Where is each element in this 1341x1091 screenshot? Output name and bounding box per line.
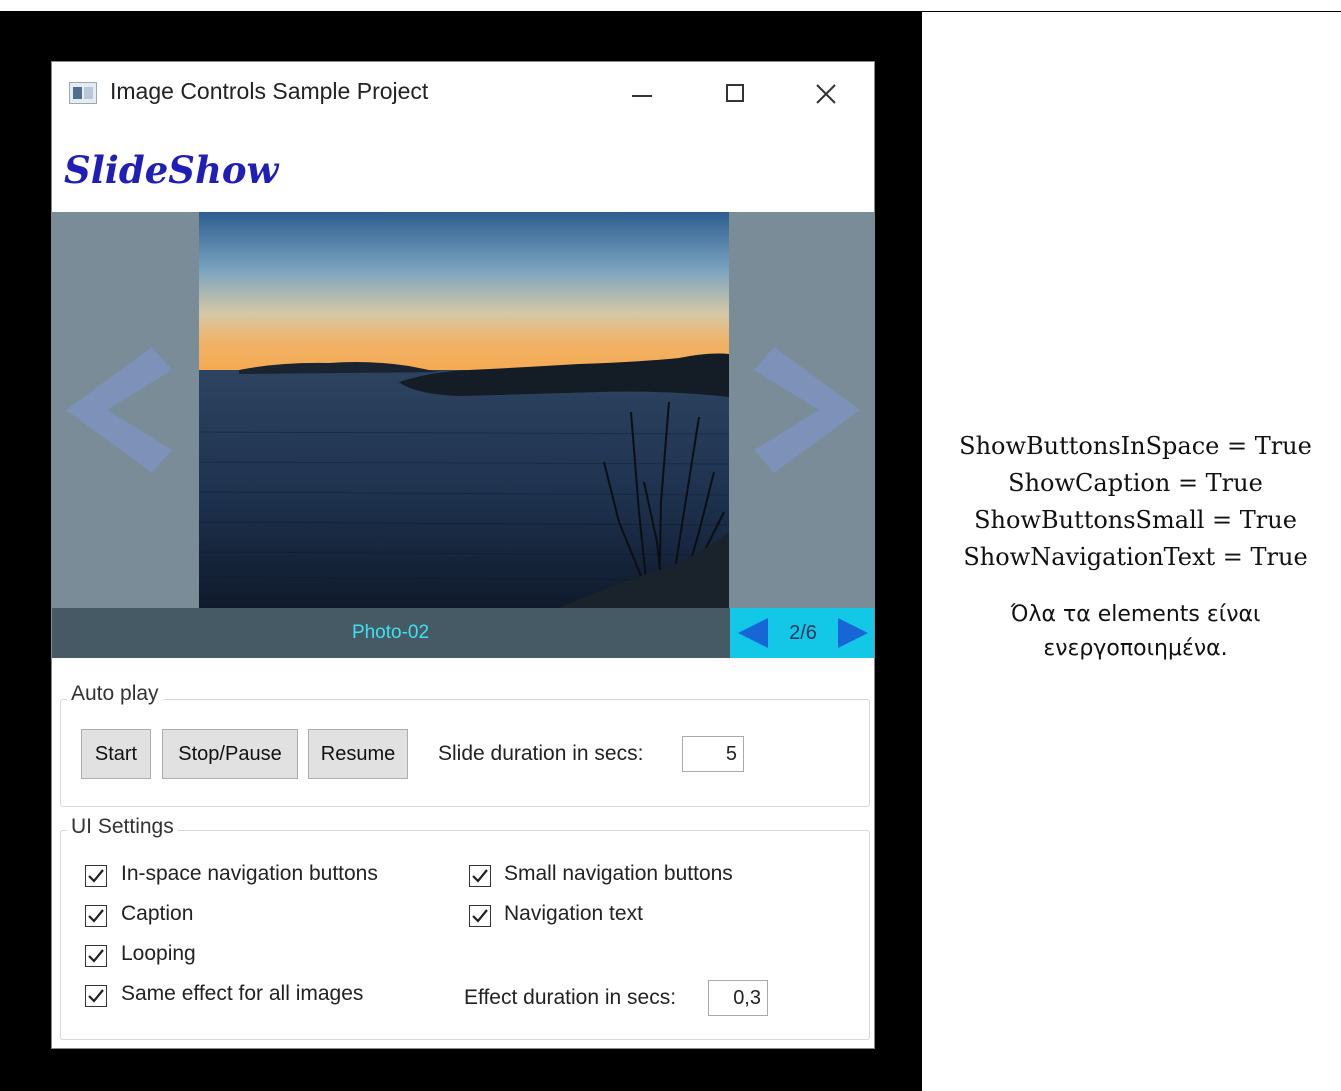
checkbox-label: Same effect for all images [121, 982, 364, 1005]
next-slide-button[interactable] [729, 212, 874, 608]
close-button[interactable] [804, 74, 848, 114]
triangle-left-icon [738, 618, 768, 648]
ui-settings-legend: UI Settings [67, 815, 178, 839]
slide-duration-input[interactable]: 5 [682, 736, 744, 772]
checkbox-caption[interactable] [85, 905, 107, 927]
slide-photo [199, 212, 729, 608]
note-line: ShowButtonsSmall = True [974, 506, 1297, 534]
checkbox-small-navigation[interactable] [469, 865, 491, 887]
title-bar[interactable]: Image Controls Sample Project [52, 62, 874, 122]
note-line: ShowButtonsInSpace = True [959, 432, 1312, 460]
checkbox-label: Navigation text [504, 902, 643, 925]
checkbox-label: Caption [121, 902, 194, 925]
checkmark-icon [88, 989, 104, 1003]
app-window: Image Controls Sample Project SlideShow [51, 61, 875, 1049]
slideshow-viewer [52, 212, 874, 608]
checkbox-label: Looping [121, 942, 196, 965]
checkmark-icon [88, 949, 104, 963]
triangle-right-icon [838, 618, 868, 648]
note-line: ShowCaption = True [1008, 469, 1263, 497]
slide-duration-label: Slide duration in secs: [438, 742, 644, 765]
minimize-button[interactable] [620, 74, 664, 114]
close-icon [816, 84, 836, 104]
chevron-right-icon [754, 347, 860, 473]
note-greek-line: ενεργοποιημένα. [1043, 636, 1228, 661]
resume-button[interactable]: Resume [308, 729, 408, 779]
settings-notes: ShowButtonsInSpace = True ShowCaption = … [930, 428, 1341, 666]
slide-caption: Photo-02 [351, 622, 430, 643]
small-prev-button[interactable] [736, 616, 770, 654]
checkmark-icon [472, 869, 488, 883]
chevron-left-icon [66, 347, 172, 473]
small-navigation-box: 2/6 [730, 608, 874, 658]
effect-duration-label: Effect duration in secs: [464, 986, 677, 1009]
auto-play-legend: Auto play [67, 682, 163, 706]
slideshow-heading: SlideShow [64, 148, 279, 192]
start-button[interactable]: Start [81, 729, 151, 779]
checkbox-same-effect[interactable] [85, 985, 107, 1007]
checkmark-icon [472, 909, 488, 923]
small-next-button[interactable] [836, 616, 870, 654]
checkbox-navigation-text[interactable] [469, 905, 491, 927]
app-window-icon [69, 82, 97, 104]
checkbox-looping[interactable] [85, 945, 107, 967]
checkbox-label: In-space navigation buttons [121, 862, 378, 885]
checkbox-label: Small navigation buttons [504, 862, 733, 885]
checkbox-in-space-navigation[interactable] [85, 865, 107, 887]
navigation-counter: 2/6 [789, 622, 817, 644]
previous-slide-button[interactable] [52, 212, 199, 608]
note-line: ShowNavigationText = True [963, 543, 1308, 571]
maximize-button[interactable] [714, 74, 758, 114]
effect-duration-input[interactable]: 0,3 [708, 980, 768, 1016]
checkmark-icon [88, 909, 104, 923]
note-greek-line: Όλα τα elements είναι [1010, 602, 1261, 627]
checkmark-icon [88, 869, 104, 883]
caption-bar: Photo-02 2/6 [52, 608, 874, 658]
stop-pause-button[interactable]: Stop/Pause [162, 729, 298, 779]
window-title: Image Controls Sample Project [110, 78, 429, 104]
